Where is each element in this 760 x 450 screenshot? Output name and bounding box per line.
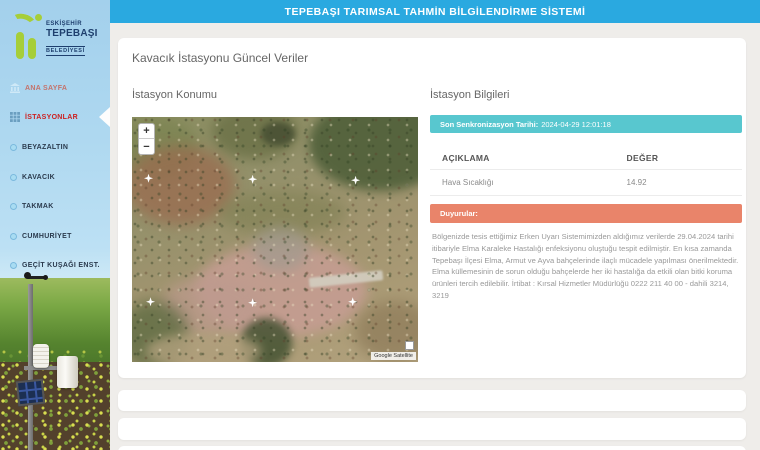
zoom-out-button[interactable]: − <box>139 139 154 154</box>
collapsed-panel-3[interactable] <box>118 446 746 450</box>
logo-name: TEPEBAŞI <box>46 28 108 39</box>
map-zoom-control: + − <box>138 123 155 155</box>
sidebar-item-label: CUMHURİYET <box>22 233 72 240</box>
rain-gauge <box>57 356 78 388</box>
header-bar: TEPEBAŞI TARIMSAL TAHMİN BİLGİLENDİRME S… <box>110 0 760 23</box>
sidebar-item-takmak[interactable]: TAKMAK <box>10 199 54 213</box>
announcements-label: Duyurular: <box>440 209 478 218</box>
sidebar-item-beyazaltin[interactable]: BEYAZALTIN <box>10 140 68 154</box>
sidebar-item-label: ANA SAYFA <box>25 85 67 92</box>
sidebar: ESKİŞEHİR TEPEBAŞI BELEDİYESİ ANA SAYFA <box>0 0 110 450</box>
sidebar-item-label: TAKMAK <box>22 203 54 210</box>
sidebar-item-cumhuriyet[interactable]: CUMHURİYET <box>10 229 72 243</box>
data-table: AÇIKLAMA DEĞER Hava Sıcaklığı 14.92 <box>430 146 742 196</box>
sidebar-item-label: BEYAZALTIN <box>22 144 68 151</box>
map-layer-toggle-icon[interactable] <box>405 341 414 350</box>
active-item-notch <box>99 107 110 127</box>
column-header-deger: DEĞER <box>627 153 742 163</box>
sidebar-item-gecit-kusagi[interactable]: GEÇİT KUŞAĞI ENST. <box>10 258 100 272</box>
sync-value: 2024-04-29 12:01:18 <box>541 120 611 129</box>
logo-figure-arm <box>8 11 38 35</box>
announcement-text: Bölgenizde tesis ettiğimiz Erken Uyarı S… <box>432 231 740 302</box>
collapsed-panel-1[interactable] <box>118 390 746 411</box>
radiation-shield <box>33 344 49 368</box>
logo-city: ESKİŞEHİR <box>46 21 108 27</box>
sidebar-item-label: KAVACIK <box>22 174 55 181</box>
pin-icon <box>10 262 17 269</box>
collapsed-panel-2[interactable] <box>118 418 746 440</box>
pin-icon <box>10 144 17 151</box>
table-row: Hava Sıcaklığı 14.92 <box>430 170 742 196</box>
logo-figure-head <box>35 14 42 21</box>
grid-icon <box>10 112 20 122</box>
info-section-title: İstasyon Bilgileri <box>430 89 509 101</box>
announcements-banner: Duyurular: <box>430 204 742 223</box>
sync-label: Son Senkronizasyon Tarihi: <box>440 120 538 129</box>
map[interactable]: + − Google Satellite <box>132 117 418 362</box>
zoom-in-button[interactable]: + <box>139 124 154 139</box>
solar-panel <box>16 379 45 407</box>
weather-station-photo-soil <box>0 362 110 450</box>
cell-deger: 14.92 <box>627 178 742 187</box>
logo-figure-body2 <box>28 38 36 59</box>
logo-suffix: BELEDİYESİ <box>46 46 85 56</box>
map-texture <box>132 117 418 362</box>
pin-icon <box>10 203 17 210</box>
sidebar-item-label: GEÇİT KUŞAĞI ENST. <box>22 262 100 269</box>
cell-aciklama: Hava Sıcaklığı <box>430 178 627 187</box>
column-header-aciklama: AÇIKLAMA <box>430 153 627 163</box>
table-header-row: AÇIKLAMA DEĞER <box>430 146 742 170</box>
sidebar-item-label: İSTASYONLAR <box>25 114 78 121</box>
sidebar-item-kavacik[interactable]: KAVACIK <box>10 170 55 184</box>
app-window: ESKİŞEHİR TEPEBAŞI BELEDİYESİ ANA SAYFA <box>0 0 760 450</box>
app-title: TEPEBAŞI TARIMSAL TAHMİN BİLGİLENDİRME S… <box>285 6 586 18</box>
logo-text: ESKİŞEHİR TEPEBAŞI BELEDİYESİ <box>46 21 108 57</box>
page-title: Kavacık İstasyonu Güncel Veriler <box>132 51 308 65</box>
bank-icon <box>10 83 20 93</box>
sync-banner: Son Senkronizasyon Tarihi: 2024-04-29 12… <box>430 115 742 133</box>
sidebar-item-istasyonlar[interactable]: İSTASYONLAR <box>10 110 78 124</box>
pin-icon <box>10 174 17 181</box>
map-section-title: İstasyon Konumu <box>132 89 217 101</box>
municipality-logo: ESKİŞEHİR TEPEBAŞI BELEDİYESİ <box>8 12 108 64</box>
logo-figure-body <box>16 32 24 59</box>
pin-icon <box>10 233 17 240</box>
map-attribution[interactable]: Google Satellite <box>371 352 416 360</box>
anemometer-icon <box>16 270 46 288</box>
sidebar-item-ana-sayfa[interactable]: ANA SAYFA <box>10 81 67 95</box>
